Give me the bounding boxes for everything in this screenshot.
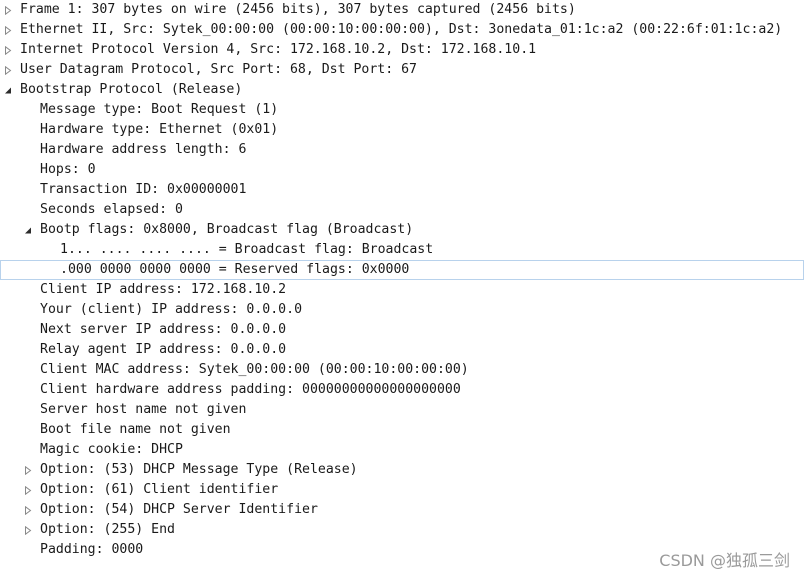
tree-row[interactable]: User Datagram Protocol, Src Port: 68, Ds… [0, 60, 804, 80]
tree-row[interactable]: 1... .... .... .... = Broadcast flag: Br… [0, 240, 804, 260]
tree-row[interactable]: Magic cookie: DHCP [0, 440, 804, 460]
tree-row-label: Hops: 0 [40, 162, 96, 177]
tree-row-label: Client hardware address padding: 0000000… [40, 382, 461, 397]
collapse-arrow-icon[interactable] [3, 80, 13, 100]
tree-row-label: Option: (54) DHCP Server Identifier [40, 502, 318, 517]
tree-row-label: Bootp flags: 0x8000, Broadcast flag (Bro… [40, 222, 414, 237]
tree-row-label: Transaction ID: 0x00000001 [40, 182, 247, 197]
tree-row[interactable]: Bootp flags: 0x8000, Broadcast flag (Bro… [0, 220, 804, 240]
tree-row-label: Next server IP address: 0.0.0.0 [40, 322, 287, 337]
tree-row-label: Seconds elapsed: 0 [40, 202, 183, 217]
tree-row-label: Client IP address: 172.168.10.2 [40, 282, 287, 297]
tree-row-label: Message type: Boot Request (1) [40, 102, 279, 117]
expand-arrow-icon[interactable] [3, 0, 13, 20]
expand-arrow-icon[interactable] [23, 460, 33, 480]
tree-row-label: Relay agent IP address: 0.0.0.0 [40, 342, 287, 357]
expand-arrow-icon[interactable] [3, 20, 13, 40]
collapse-arrow-icon[interactable] [23, 220, 33, 240]
tree-row-label: Internet Protocol Version 4, Src: 172.16… [20, 42, 537, 57]
tree-row[interactable]: Hardware type: Ethernet (0x01) [0, 120, 804, 140]
tree-row-label: Client MAC address: Sytek_00:00:00 (00:0… [40, 362, 469, 377]
tree-row-label: Option: (255) End [40, 522, 175, 537]
packet-details-tree: Frame 1: 307 bytes on wire (2456 bits), … [0, 0, 804, 560]
tree-row[interactable]: Seconds elapsed: 0 [0, 200, 804, 220]
tree-row[interactable]: Internet Protocol Version 4, Src: 172.16… [0, 40, 804, 60]
expand-arrow-icon[interactable] [23, 500, 33, 520]
tree-row-label: Server host name not given [40, 402, 247, 417]
tree-row[interactable]: Server host name not given [0, 400, 804, 420]
tree-row-label: .000 0000 0000 0000 = Reserved flags: 0x… [60, 262, 410, 277]
tree-row[interactable]: .000 0000 0000 0000 = Reserved flags: 0x… [0, 260, 804, 280]
tree-row[interactable]: Option: (53) DHCP Message Type (Release) [0, 460, 804, 480]
tree-row-label: 1... .... .... .... = Broadcast flag: Br… [60, 242, 434, 257]
tree-row-label: Ethernet II, Src: Sytek_00:00:00 (00:00:… [20, 22, 783, 37]
tree-row[interactable]: Transaction ID: 0x00000001 [0, 180, 804, 200]
tree-row-label: Hardware type: Ethernet (0x01) [40, 122, 279, 137]
tree-row[interactable]: Option: (255) End [0, 520, 804, 540]
tree-row-label: User Datagram Protocol, Src Port: 68, Ds… [20, 62, 417, 77]
tree-row[interactable]: Hops: 0 [0, 160, 804, 180]
tree-row[interactable]: Option: (54) DHCP Server Identifier [0, 500, 804, 520]
tree-row-label: Magic cookie: DHCP [40, 442, 183, 457]
tree-row[interactable]: Frame 1: 307 bytes on wire (2456 bits), … [0, 0, 804, 20]
tree-row[interactable]: Hardware address length: 6 [0, 140, 804, 160]
tree-row[interactable]: Bootstrap Protocol (Release) [0, 80, 804, 100]
tree-row[interactable]: Client hardware address padding: 0000000… [0, 380, 804, 400]
expand-arrow-icon[interactable] [23, 480, 33, 500]
tree-row-label: Padding: 0000 [40, 542, 144, 557]
tree-row[interactable]: Option: (61) Client identifier [0, 480, 804, 500]
tree-row-label: Hardware address length: 6 [40, 142, 247, 157]
tree-row-label: Your (client) IP address: 0.0.0.0 [40, 302, 303, 317]
tree-row[interactable]: Ethernet II, Src: Sytek_00:00:00 (00:00:… [0, 20, 804, 40]
tree-row-label: Option: (53) DHCP Message Type (Release) [40, 462, 358, 477]
tree-row[interactable]: Client MAC address: Sytek_00:00:00 (00:0… [0, 360, 804, 380]
tree-row[interactable]: Your (client) IP address: 0.0.0.0 [0, 300, 804, 320]
watermark: CSDN @独孤三剑 [659, 551, 790, 570]
tree-row[interactable]: Message type: Boot Request (1) [0, 100, 804, 120]
expand-arrow-icon[interactable] [23, 520, 33, 540]
expand-arrow-icon[interactable] [3, 60, 13, 80]
tree-row[interactable]: Client IP address: 172.168.10.2 [0, 280, 804, 300]
tree-row[interactable]: Boot file name not given [0, 420, 804, 440]
tree-row[interactable]: Next server IP address: 0.0.0.0 [0, 320, 804, 340]
tree-row-label: Option: (61) Client identifier [40, 482, 279, 497]
tree-row-label: Bootstrap Protocol (Release) [20, 82, 243, 97]
tree-row[interactable]: Relay agent IP address: 0.0.0.0 [0, 340, 804, 360]
tree-row-label: Frame 1: 307 bytes on wire (2456 bits), … [20, 2, 576, 17]
tree-row-label: Boot file name not given [40, 422, 231, 437]
expand-arrow-icon[interactable] [3, 40, 13, 60]
